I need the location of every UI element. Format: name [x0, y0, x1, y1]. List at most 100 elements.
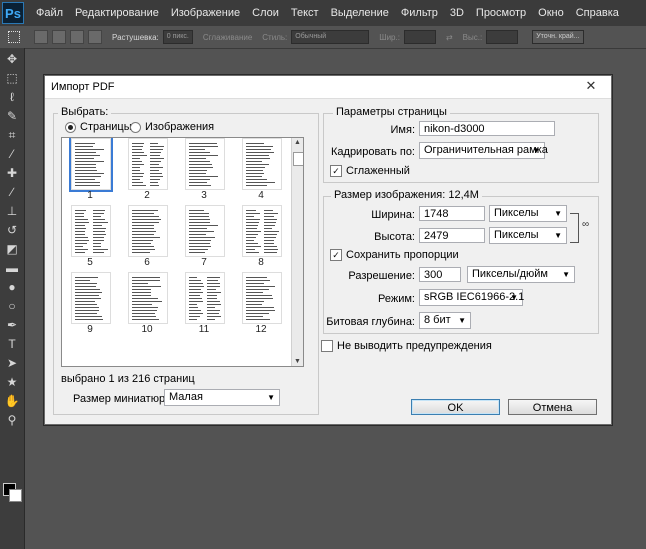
- background-color-swatch[interactable]: [9, 489, 22, 502]
- page-thumbnail[interactable]: 1: [62, 138, 118, 202]
- menu-select[interactable]: Выделение: [325, 7, 395, 19]
- scrollbar-thumb[interactable]: [293, 152, 303, 166]
- text-line: [246, 152, 274, 153]
- cancel-button[interactable]: Отмена: [508, 399, 597, 415]
- crop-tool-icon[interactable]: ⌗: [4, 127, 20, 143]
- path-selection-tool-icon[interactable]: ➤: [4, 355, 20, 371]
- text-line: [75, 301, 95, 302]
- intersect-selection-icon[interactable]: [88, 30, 102, 44]
- bit-depth-select[interactable]: 8 бит ▼: [419, 312, 471, 329]
- page-thumbnail[interactable]: 12: [233, 270, 289, 336]
- page-thumbnail[interactable]: 7: [176, 203, 232, 269]
- constrain-proportions-checkbox[interactable]: ✓ Сохранить пропорции: [330, 249, 459, 261]
- subtract-selection-icon[interactable]: [70, 30, 84, 44]
- width-unit-select[interactable]: Пикселы ▼: [489, 205, 567, 222]
- dodge-tool-icon[interactable]: ○: [4, 298, 20, 314]
- unchecked-box-icon[interactable]: [321, 340, 333, 352]
- new-selection-icon[interactable]: [34, 30, 48, 44]
- height-input[interactable]: [486, 30, 519, 44]
- pen-tool-icon[interactable]: ✒: [4, 317, 20, 333]
- scroll-up-icon[interactable]: ▲: [292, 139, 303, 146]
- mode-select[interactable]: sRGB IEC61966-2.1 ▼: [419, 289, 524, 306]
- eraser-tool-icon[interactable]: ◩: [4, 241, 20, 257]
- history-brush-tool-icon[interactable]: ↺: [4, 222, 20, 238]
- page-thumbnails[interactable]: 1 2 3 4 5 6 7 8 9 10 11 12 ▲ ▼: [61, 137, 304, 367]
- type-tool-icon[interactable]: T: [4, 336, 20, 352]
- antialias-label[interactable]: Сглаживание: [203, 33, 252, 42]
- style-select[interactable]: Обычный: [291, 30, 370, 44]
- text-line: [75, 228, 86, 229]
- text-line: [75, 173, 104, 174]
- text-line: [264, 246, 277, 247]
- width-input[interactable]: [403, 30, 436, 44]
- radio-pages[interactable]: Страницы: [65, 121, 132, 133]
- menu-3d[interactable]: 3D: [444, 7, 470, 19]
- thumb-size-select[interactable]: Малая ▼: [164, 389, 280, 406]
- lasso-tool-icon[interactable]: ℓ: [4, 89, 20, 105]
- radio-images[interactable]: Изображения: [130, 121, 214, 133]
- move-tool-icon[interactable]: ✥: [4, 51, 20, 67]
- page-thumbnail[interactable]: 9: [62, 270, 118, 336]
- feather-input[interactable]: 0 пикс.: [162, 30, 193, 44]
- page-thumbnail[interactable]: 3: [176, 138, 232, 202]
- swap-icon[interactable]: ⇄: [446, 33, 453, 42]
- clone-stamp-tool-icon[interactable]: ⊥: [4, 203, 20, 219]
- page-preview: [71, 272, 111, 324]
- page-thumbnail[interactable]: 4: [233, 138, 289, 202]
- check-icon[interactable]: ✓: [330, 165, 342, 177]
- blur-tool-icon[interactable]: ●: [4, 279, 20, 295]
- brush-tool-icon[interactable]: ∕: [4, 184, 20, 200]
- text-line: [189, 146, 218, 147]
- add-selection-icon[interactable]: [52, 30, 66, 44]
- eyedropper-tool-icon[interactable]: ⁄: [4, 146, 20, 162]
- antialias-checkbox[interactable]: ✓ Сглаженный: [330, 165, 410, 177]
- page-thumbnail[interactable]: 6: [119, 203, 175, 269]
- page-thumbnail[interactable]: 2: [119, 138, 175, 202]
- gradient-tool-icon[interactable]: ▬: [4, 260, 20, 276]
- menu-filter[interactable]: Фильтр: [395, 7, 444, 19]
- menu-view[interactable]: Просмотр: [470, 7, 532, 19]
- resolution-unit-select[interactable]: Пикселы/дюйм ▼: [467, 266, 575, 283]
- height-input[interactable]: 2479: [419, 228, 485, 243]
- quick-select-tool-icon[interactable]: ✎: [4, 108, 20, 124]
- text-line: [132, 152, 144, 153]
- thumbnails-scrollbar[interactable]: ▲ ▼: [291, 138, 303, 366]
- text-line: [93, 240, 104, 241]
- check-icon[interactable]: ✓: [330, 249, 342, 261]
- width-label: Шир.:: [379, 32, 400, 42]
- page-number: 3: [201, 190, 207, 201]
- menu-help[interactable]: Справка: [570, 7, 625, 19]
- text-line: [93, 210, 105, 211]
- text-line: [132, 289, 151, 290]
- hand-tool-icon[interactable]: ✋: [4, 393, 20, 409]
- page-thumbnail[interactable]: 11: [176, 270, 232, 336]
- menu-image[interactable]: Изображение: [165, 7, 246, 19]
- refine-edge-button[interactable]: Уточн. край...: [532, 30, 584, 44]
- width-input[interactable]: 1748: [419, 206, 485, 221]
- dialog-titlebar[interactable]: Импорт PDF ✕: [45, 76, 611, 99]
- zoom-tool-icon[interactable]: ⚲: [4, 412, 20, 428]
- radio-pages-dot[interactable]: [65, 121, 76, 133]
- ok-button[interactable]: OK: [411, 399, 500, 415]
- menu-edit[interactable]: Редактирование: [69, 7, 165, 19]
- suppress-warnings-checkbox[interactable]: Не выводить предупреждения: [321, 340, 492, 352]
- marquee-tool-icon[interactable]: ⬚: [4, 70, 20, 86]
- menu-type[interactable]: Текст: [285, 7, 325, 19]
- crop-select[interactable]: Ограничительная рамка ▼: [419, 142, 548, 159]
- page-thumbnail[interactable]: 5: [62, 203, 118, 269]
- marquee-tool-icon[interactable]: [8, 31, 20, 43]
- height-unit-select[interactable]: Пикселы ▼: [489, 227, 567, 244]
- resolution-input[interactable]: 300: [419, 267, 461, 282]
- menu-layers[interactable]: Слои: [246, 7, 285, 19]
- page-thumbnail[interactable]: 10: [119, 270, 175, 336]
- close-icon[interactable]: ✕: [577, 78, 605, 94]
- shape-tool-icon[interactable]: ★: [4, 374, 20, 390]
- name-input[interactable]: nikon-d3000: [419, 121, 555, 136]
- healing-brush-tool-icon[interactable]: ✚: [4, 165, 20, 181]
- radio-images-dot[interactable]: [130, 121, 141, 133]
- page-thumbnail[interactable]: 8: [233, 203, 289, 269]
- scroll-down-icon[interactable]: ▼: [292, 358, 303, 365]
- menu-file[interactable]: Файл: [30, 7, 69, 19]
- text-line: [132, 295, 151, 296]
- menu-window[interactable]: Окно: [532, 7, 570, 19]
